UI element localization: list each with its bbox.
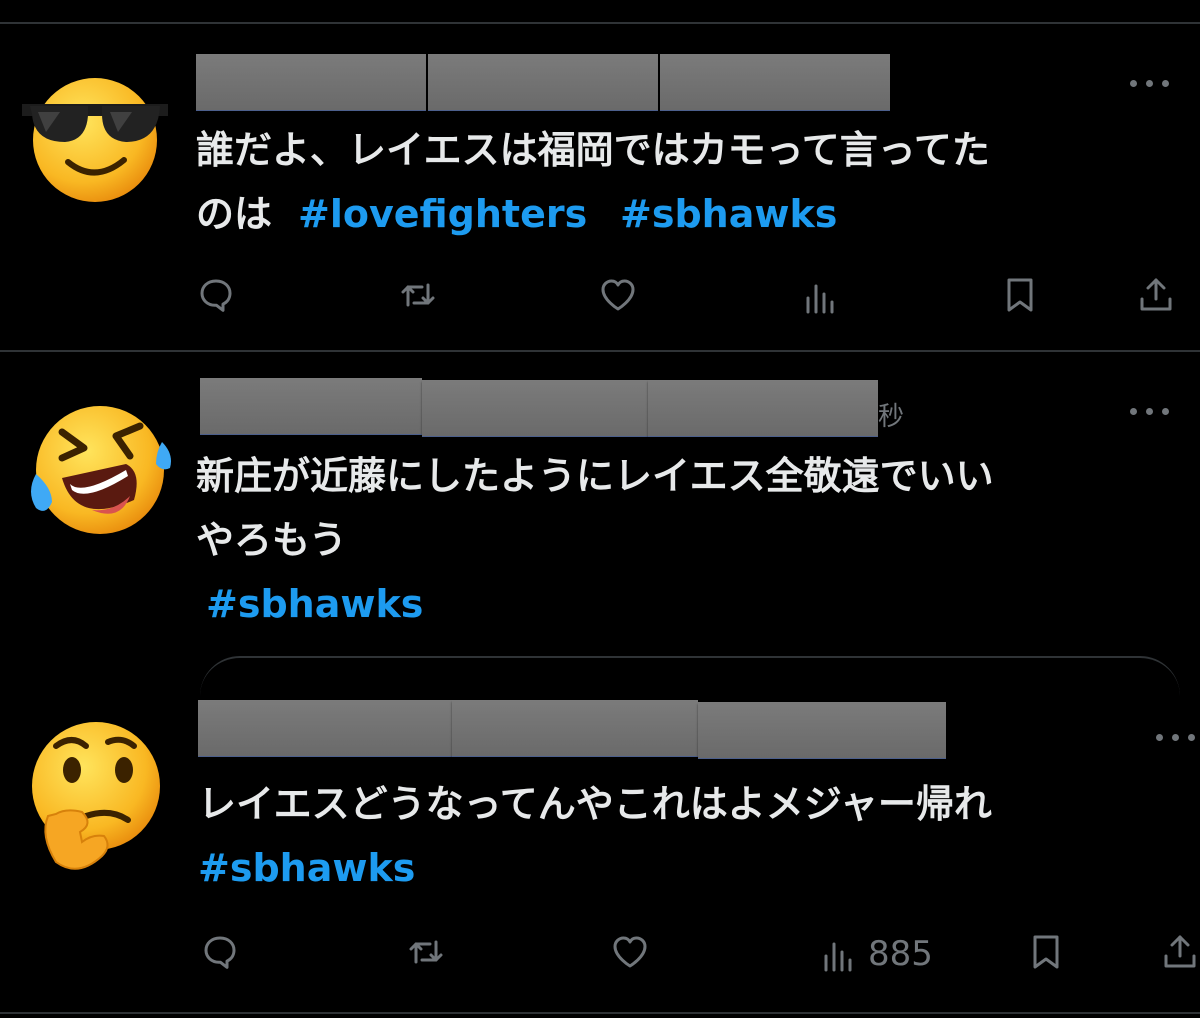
retweet-icon[interactable] — [406, 932, 446, 972]
reply-icon[interactable] — [200, 932, 240, 972]
bottom-divider — [0, 1012, 1200, 1014]
hashtag-lovefighters[interactable]: #lovefighters — [298, 182, 587, 246]
like-icon[interactable] — [598, 275, 638, 315]
views-count: 885 — [868, 934, 933, 974]
tweet-text-line1: 新庄が近藤にしたようにレイエス全敬遠でいい — [196, 454, 994, 498]
top-divider — [0, 22, 1200, 24]
redacted-timestamp — [698, 702, 946, 759]
thinking-face-emoji-avatar[interactable] — [16, 716, 166, 870]
sunglasses-face-emoji-avatar[interactable] — [20, 60, 170, 210]
tweet-text-line2: やろもう — [196, 518, 347, 562]
retweet-icon[interactable] — [398, 275, 438, 315]
tweet-divider — [0, 350, 1200, 352]
rolling-laughing-icon — [31, 406, 171, 534]
redacted-name — [196, 54, 426, 111]
redacted-name — [200, 378, 422, 435]
redacted-name — [198, 700, 452, 757]
views-icon[interactable] — [818, 936, 858, 976]
share-icon[interactable] — [1160, 932, 1200, 972]
redacted-handle — [428, 54, 658, 111]
bookmark-icon[interactable] — [1026, 932, 1066, 972]
redacted-timestamp — [660, 54, 890, 111]
tweet-text-line1: レイエスどうなってんやこれはよメジャー帰れ — [198, 782, 992, 826]
like-icon[interactable] — [610, 932, 650, 972]
rolling-laughing-emoji-avatar[interactable] — [22, 392, 172, 542]
more-options-icon[interactable] — [1154, 732, 1200, 742]
more-options-icon[interactable] — [1128, 406, 1174, 416]
hashtag-sbhawks[interactable]: #sbhawks — [198, 836, 415, 900]
thinking-face-icon — [32, 722, 160, 870]
tweet-text-line1: 誰だよ、レイエスは福岡ではカモって言ってた — [196, 128, 990, 172]
views-icon[interactable] — [800, 278, 840, 318]
quote-card-border — [200, 656, 1180, 698]
share-icon[interactable] — [1136, 275, 1176, 315]
redacted-timestamp — [648, 380, 878, 437]
reply-icon[interactable] — [196, 275, 236, 315]
redacted-handle — [422, 380, 648, 437]
timestamp-fragment: 秒 — [878, 402, 905, 432]
bookmark-icon[interactable] — [1000, 275, 1040, 315]
redacted-handle — [452, 700, 698, 757]
hashtag-sbhawks[interactable]: #sbhawks — [620, 182, 837, 246]
hashtag-sbhawks[interactable]: #sbhawks — [206, 572, 423, 636]
sunglasses-face-icon — [22, 78, 168, 202]
tweet-text-line2: のは — [196, 192, 273, 236]
more-options-icon[interactable] — [1128, 78, 1174, 88]
